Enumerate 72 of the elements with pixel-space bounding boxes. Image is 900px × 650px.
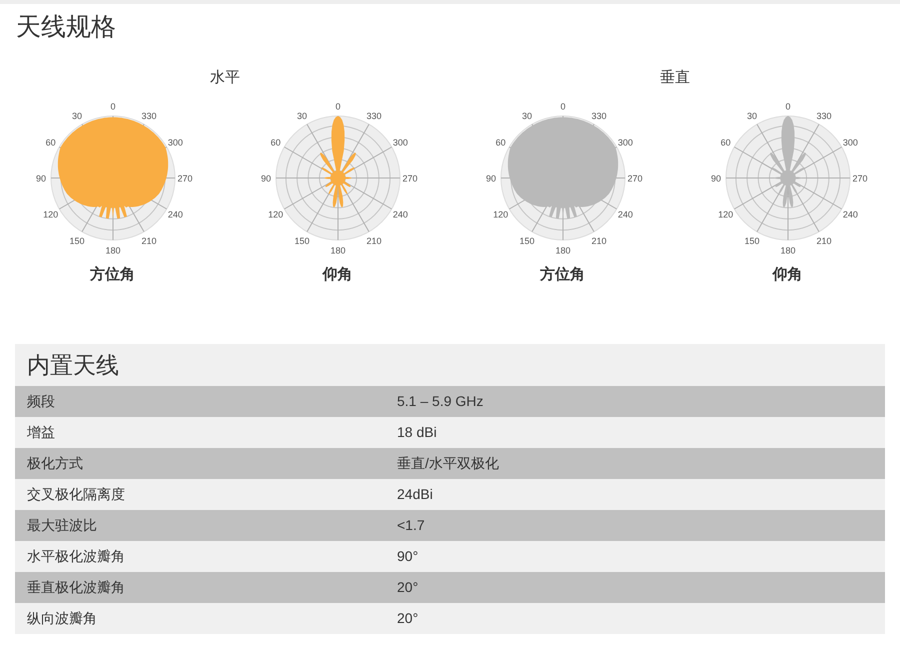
angle-label: 150 bbox=[294, 236, 310, 246]
angle-label: 300 bbox=[842, 137, 858, 148]
angle-label: 0 bbox=[110, 101, 115, 112]
angle-label: 330 bbox=[140, 110, 156, 121]
table-cell-text: 交叉极化隔离度 bbox=[26, 485, 126, 504]
table-cell-text: 纵向波瓣角 bbox=[26, 609, 98, 628]
angle-label: 240 bbox=[392, 209, 408, 220]
group-title: 垂直 bbox=[660, 68, 690, 88]
angle-label: 270 bbox=[852, 173, 868, 184]
angle-label: 30 bbox=[296, 110, 306, 121]
chart-caption: 仰角 bbox=[322, 264, 352, 285]
angle-label: 270 bbox=[626, 173, 642, 184]
angle-label: 120 bbox=[268, 209, 283, 220]
angle-label: 180 bbox=[554, 245, 570, 256]
angle-label: 240 bbox=[842, 209, 858, 220]
angle-label: 180 bbox=[780, 245, 796, 256]
angle-label: 330 bbox=[366, 110, 382, 121]
angle-label: 300 bbox=[392, 137, 408, 148]
table-cell-text: 18 dBi bbox=[397, 423, 437, 442]
table-cell-text: 增益 bbox=[26, 423, 56, 442]
angle-label: 60 bbox=[270, 137, 280, 148]
table-cell-text: 90° bbox=[397, 547, 418, 566]
angle-label: 150 bbox=[68, 236, 84, 246]
table-cell-text: <1.7 bbox=[397, 516, 425, 536]
angle-label: 60 bbox=[495, 137, 506, 148]
table-cell-text: 20° bbox=[397, 609, 418, 628]
angle-label: 90 bbox=[36, 173, 46, 184]
angle-label: 270 bbox=[176, 173, 192, 184]
angle-label: 300 bbox=[167, 137, 182, 148]
angle-label: 180 bbox=[330, 245, 346, 256]
angle-label: 150 bbox=[518, 236, 534, 246]
table-cell-text: 水平极化波瓣角 bbox=[26, 547, 126, 566]
chart-caption: 方位角 bbox=[90, 264, 135, 285]
angle-label: 300 bbox=[617, 137, 632, 148]
table-cell-text: 5.1 – 5.9 GHz bbox=[397, 392, 484, 412]
angle-label: 0 bbox=[785, 101, 790, 112]
table-cell-text: 频段 bbox=[26, 392, 56, 412]
angle-label: 90 bbox=[260, 173, 270, 184]
angle-label: 30 bbox=[522, 110, 532, 121]
chart-caption: 仰角 bbox=[772, 264, 802, 285]
angle-label: 120 bbox=[718, 209, 733, 220]
group-title: 水平 bbox=[210, 68, 240, 88]
angle-label: 210 bbox=[366, 236, 382, 246]
chart-caption: 方位角 bbox=[540, 264, 585, 285]
angle-label: 0 bbox=[335, 101, 340, 112]
angle-label: 60 bbox=[45, 137, 56, 148]
angle-label: 240 bbox=[617, 209, 632, 220]
angle-label: 210 bbox=[590, 236, 606, 246]
angle-label: 210 bbox=[816, 236, 832, 246]
angle-label: 120 bbox=[42, 209, 58, 220]
angle-label: 90 bbox=[710, 173, 720, 184]
table-cell-text: 极化方式 bbox=[26, 454, 84, 474]
angle-label: 330 bbox=[816, 110, 832, 121]
table-cell-text: 20° bbox=[397, 578, 418, 598]
angle-label: 90 bbox=[486, 173, 496, 184]
table-cell-text: 最大驻波比 bbox=[26, 516, 98, 536]
angle-label: 180 bbox=[104, 245, 120, 256]
angle-label: 240 bbox=[167, 209, 182, 220]
angle-label: 0 bbox=[560, 101, 565, 112]
table-cell-text: 垂直极化波瓣角 bbox=[26, 578, 126, 598]
angle-label: 60 bbox=[720, 137, 730, 148]
page-title: 天线规格 bbox=[15, 12, 117, 43]
angle-label: 120 bbox=[492, 209, 508, 220]
table-cell-text: 24dBi bbox=[397, 485, 433, 504]
table-title: 内置天线 bbox=[26, 351, 120, 380]
angle-label: 270 bbox=[402, 173, 418, 184]
angle-label: 210 bbox=[140, 236, 156, 246]
angle-label: 30 bbox=[72, 110, 82, 121]
angle-label: 330 bbox=[590, 110, 606, 121]
angle-label: 30 bbox=[746, 110, 756, 121]
table-cell-text: 垂直/水平双极化 bbox=[397, 454, 499, 474]
angle-label: 150 bbox=[744, 236, 760, 246]
